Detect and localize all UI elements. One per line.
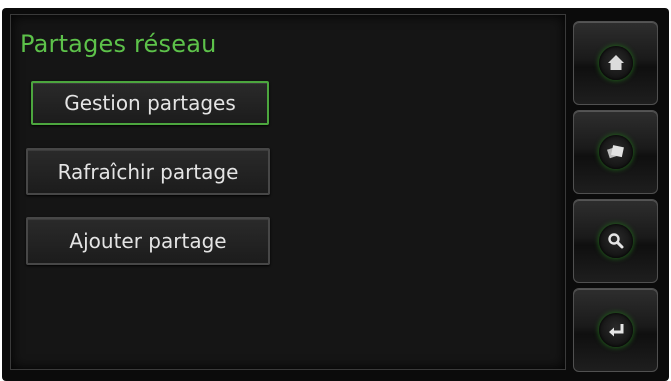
home-icon (598, 46, 633, 80)
page-title: Partages réseau (20, 30, 217, 58)
search-button[interactable] (573, 199, 658, 283)
refresh-share-label: Rafraîchir partage (57, 159, 239, 184)
manage-shares-button[interactable]: Gestion partages (31, 81, 269, 125)
cards-button[interactable] (573, 110, 658, 194)
add-share-label: Ajouter partage (69, 229, 227, 253)
refresh-share-button[interactable]: Rafraîchir partage (26, 148, 270, 195)
cards-icon (598, 135, 633, 169)
back-icon (598, 313, 633, 347)
manage-shares-label: Gestion partages (64, 91, 236, 115)
add-share-button[interactable]: Ajouter partage (26, 217, 270, 265)
back-button[interactable] (573, 288, 658, 372)
home-button[interactable] (573, 21, 658, 105)
search-icon (598, 224, 633, 258)
